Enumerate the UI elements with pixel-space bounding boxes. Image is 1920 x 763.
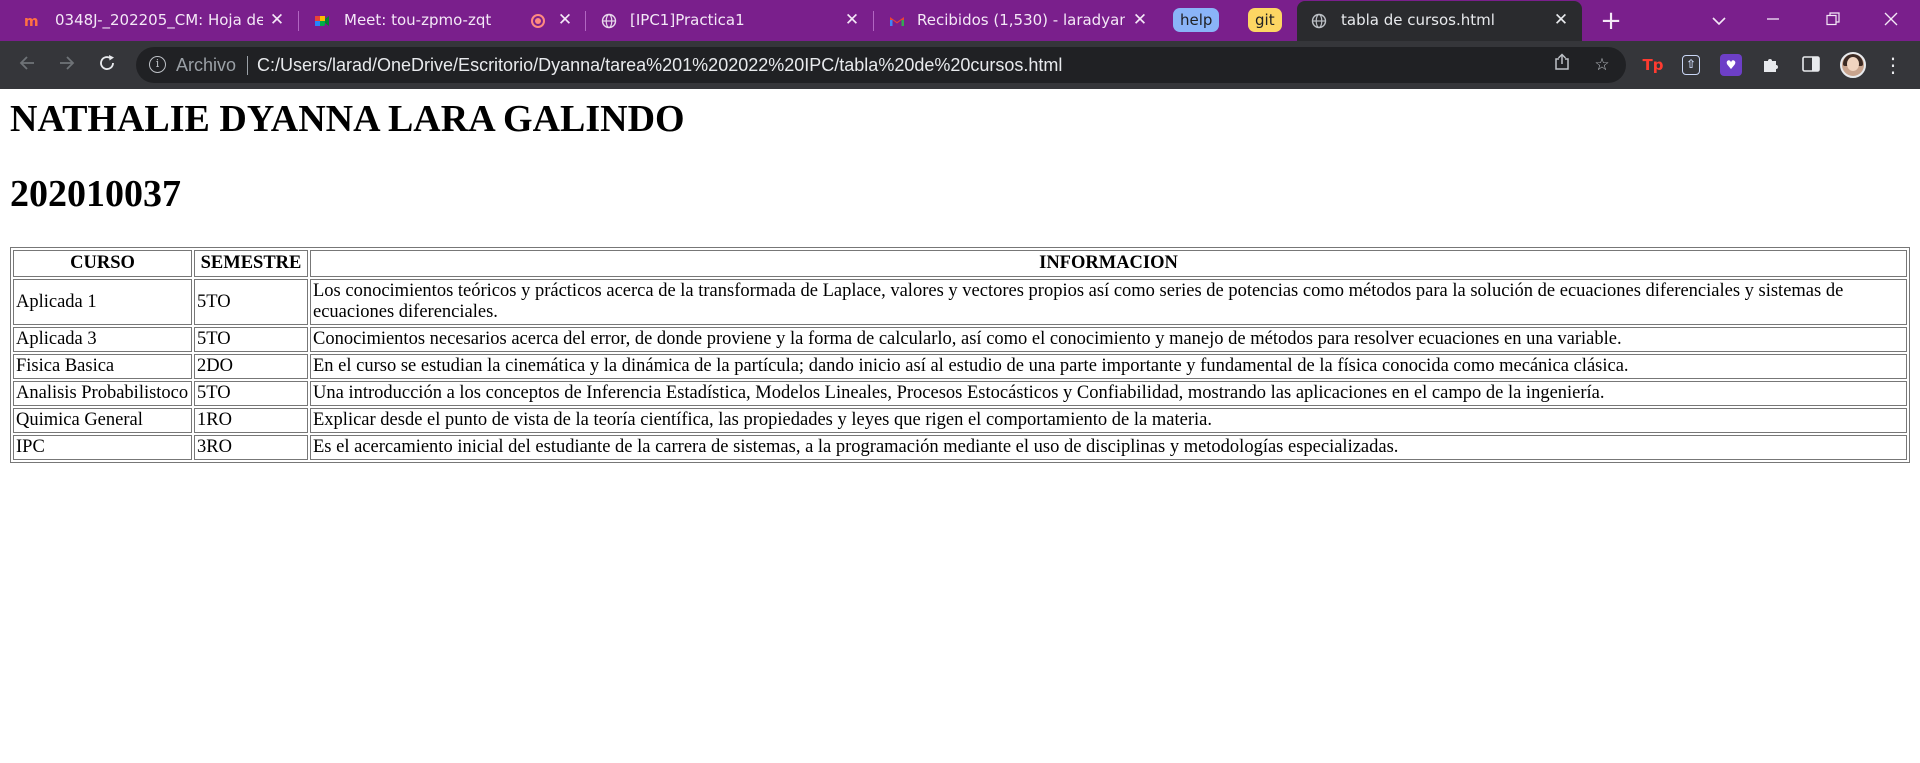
tab-meet[interactable]: Meet: tou-zpmo-zqt ✕ — [300, 0, 584, 41]
cell-semestre: 2DO — [194, 354, 308, 379]
tab-separator — [873, 11, 874, 31]
back-arrow-icon[interactable] — [12, 50, 42, 80]
table-row: Aplicada 3 5TO Conocimientos necesarios … — [13, 327, 1907, 352]
site-info-icon[interactable]: i — [149, 56, 166, 73]
table-row: Fisica Basica 2DO En el curso se estudia… — [13, 354, 1907, 379]
cell-informacion: Una introducción a los conceptos de Infe… — [310, 381, 1907, 406]
tab-separator — [298, 11, 299, 31]
tab-title: Meet: tou-zpmo-zqt — [344, 11, 492, 29]
table-header-row: CURSO SEMESTRE INFORMACION — [13, 250, 1907, 277]
bookmark-star-icon[interactable]: ☆ — [1590, 53, 1614, 77]
page-content: NATHALIE DYANNA LARA GALINDO 202010037 C… — [0, 89, 1920, 763]
sheets-icon: m — [24, 13, 40, 29]
tab-sheets[interactable]: m 0348J-_202205_CM: Hoja de Tra ✕ — [0, 0, 296, 41]
omnibox-divider — [247, 56, 248, 75]
cell-semestre: 3RO — [194, 435, 308, 460]
close-tab-icon[interactable]: ✕ — [1552, 11, 1570, 29]
cell-curso: Aplicada 1 — [13, 279, 192, 325]
cell-curso: Quimica General — [13, 408, 192, 433]
browser-menu-icon[interactable]: ⋮ — [1882, 50, 1904, 80]
courses-table: CURSO SEMESTRE INFORMACION Aplicada 1 5T… — [10, 247, 1910, 463]
close-tab-icon[interactable]: ✕ — [843, 11, 861, 29]
forward-arrow-icon[interactable] — [52, 50, 82, 80]
tab-title: tabla de cursos.html — [1341, 11, 1495, 29]
tp-extension-icon[interactable]: Tp — [1642, 54, 1664, 76]
browser-toolbar: i Archivo C:/Users/larad/OneDrive/Escrit… — [0, 41, 1920, 89]
cell-semestre: 5TO — [194, 381, 308, 406]
close-window-icon[interactable] — [1876, 6, 1906, 36]
url-text[interactable]: C:/Users/larad/OneDrive/Escritorio/Dyann… — [257, 55, 1062, 75]
tab-title: 0348J-_202205_CM: Hoja de Tra — [55, 11, 263, 29]
tab-title: Recibidos (1,530) - laradyanna5 — [917, 11, 1125, 29]
cell-curso: IPC — [13, 435, 192, 460]
puzzle-extensions-icon[interactable] — [1760, 54, 1782, 76]
cell-informacion: Los conocimientos teóricos y prácticos a… — [310, 279, 1907, 325]
cell-informacion: Es el acercamiento inicial del estudiant… — [310, 435, 1907, 460]
recording-indicator-icon — [530, 13, 546, 29]
avatar-face — [1847, 57, 1859, 71]
tab-separator — [585, 11, 586, 31]
tab-group-git[interactable]: git — [1248, 8, 1282, 32]
close-tab-icon[interactable]: ✕ — [268, 11, 286, 29]
new-tab-button[interactable]: + — [1596, 6, 1626, 36]
close-tab-icon[interactable]: ✕ — [1131, 11, 1149, 29]
tab-group-help[interactable]: help — [1173, 8, 1220, 32]
tab-gmail[interactable]: Recibidos (1,530) - laradyanna5 ✕ — [875, 0, 1159, 41]
svg-text:m: m — [24, 14, 39, 29]
purple-extension-icon[interactable]: ♥ — [1720, 54, 1742, 76]
share-icon[interactable] — [1550, 53, 1574, 77]
table-row: IPC 3RO Es el acercamiento inicial del e… — [13, 435, 1907, 460]
cell-curso: Fisica Basica — [13, 354, 192, 379]
gmail-icon — [889, 13, 905, 29]
globe-icon — [601, 13, 617, 29]
address-bar[interactable]: i Archivo C:/Users/larad/OneDrive/Escrit… — [136, 47, 1626, 83]
restore-window-icon[interactable] — [1818, 6, 1848, 36]
student-id-heading: 202010037 — [10, 173, 181, 215]
profile-avatar[interactable] — [1840, 52, 1866, 78]
cell-semestre: 5TO — [194, 327, 308, 352]
tab-ipc1-practica[interactable]: [IPC1]Practica1 ✕ — [587, 0, 871, 41]
side-panel-icon[interactable] — [1800, 54, 1822, 76]
cell-semestre: 5TO — [194, 279, 308, 325]
student-name-heading: NATHALIE DYANNA LARA GALINDO — [10, 98, 685, 140]
close-tab-icon[interactable]: ✕ — [556, 11, 574, 29]
tab-title: [IPC1]Practica1 — [630, 11, 745, 29]
cell-informacion: Conocimientos necesarios acerca del erro… — [310, 327, 1907, 352]
tab-strip: m 0348J-_202205_CM: Hoja de Tra ✕ Meet: … — [0, 0, 1920, 41]
cell-informacion: Explicar desde el punto de vista de la t… — [310, 408, 1907, 433]
cell-informacion: En el curso se estudian la cinemática y … — [310, 354, 1907, 379]
header-curso: CURSO — [13, 250, 192, 277]
upload-extension-icon[interactable]: ⇧ — [1682, 55, 1700, 75]
header-semestre: SEMESTRE — [194, 250, 308, 277]
table-row: Analisis Probabilistoco 5TO Una introduc… — [13, 381, 1907, 406]
globe-icon — [1311, 13, 1327, 29]
cell-curso: Analisis Probabilistoco — [13, 381, 192, 406]
cell-curso: Aplicada 3 — [13, 327, 192, 352]
table-row: Aplicada 1 5TO Los conocimientos teórico… — [13, 279, 1907, 325]
scheme-label: Archivo — [176, 55, 237, 75]
cell-semestre: 1RO — [194, 408, 308, 433]
header-informacion: INFORMACION — [310, 250, 1907, 277]
meet-icon — [314, 13, 330, 29]
tab-search-chevron-down-icon[interactable] — [1704, 6, 1734, 36]
reload-icon[interactable] — [92, 50, 122, 80]
tab-tabla-de-cursos[interactable]: tabla de cursos.html ✕ — [1297, 1, 1582, 41]
table-row: Quimica General 1RO Explicar desde el pu… — [13, 408, 1907, 433]
minimize-window-icon[interactable] — [1758, 6, 1788, 36]
